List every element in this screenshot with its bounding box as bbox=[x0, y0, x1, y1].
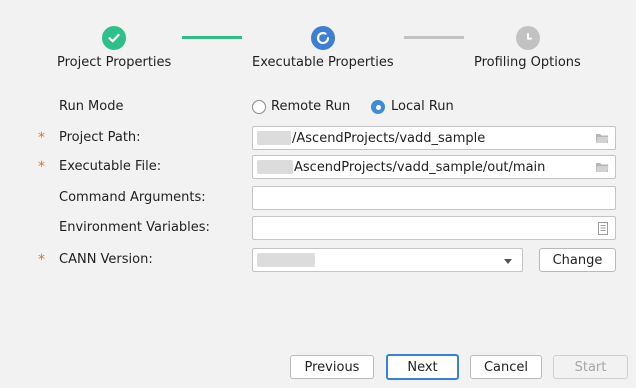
required-mark: * bbox=[38, 252, 45, 268]
step-pending-indicator bbox=[516, 26, 540, 50]
clock-icon bbox=[527, 33, 532, 40]
start-button[interactable]: Start bbox=[553, 355, 628, 379]
cann-version-select[interactable] bbox=[252, 248, 523, 272]
project-path-value: /AscendProjects/vadd_sample bbox=[292, 130, 486, 146]
step-label-profiling-options: Profiling Options bbox=[474, 55, 581, 70]
previous-button[interactable]: Previous bbox=[290, 355, 374, 379]
step-complete-indicator bbox=[102, 26, 126, 50]
step-connector-pending bbox=[404, 36, 464, 39]
step-active-indicator bbox=[311, 26, 335, 50]
run-mode-label: Run Mode bbox=[59, 99, 124, 114]
progress-icon bbox=[316, 32, 330, 45]
chevron-down-icon[interactable] bbox=[504, 259, 512, 264]
environment-variables-label: Environment Variables: bbox=[59, 220, 210, 235]
command-arguments-field[interactable] bbox=[252, 186, 616, 210]
redacted-version bbox=[257, 253, 315, 267]
remote-run-radio[interactable] bbox=[252, 100, 266, 114]
required-mark: * bbox=[38, 159, 45, 175]
local-run-label[interactable]: Local Run bbox=[391, 99, 454, 114]
document-icon[interactable] bbox=[597, 222, 609, 235]
project-path-field[interactable]: /AscendProjects/vadd_sample bbox=[252, 126, 616, 150]
change-button[interactable]: Change bbox=[539, 248, 616, 272]
project-path-label: Project Path: bbox=[59, 130, 141, 145]
redacted-path-prefix bbox=[257, 160, 293, 174]
executable-file-label: Executable File: bbox=[59, 159, 162, 174]
remote-run-label[interactable]: Remote Run bbox=[271, 99, 350, 114]
step-label-project-properties: Project Properties bbox=[57, 55, 172, 70]
environment-variables-field[interactable] bbox=[252, 216, 616, 240]
cancel-button[interactable]: Cancel bbox=[470, 355, 542, 379]
required-mark: * bbox=[38, 130, 45, 146]
local-run-radio[interactable] bbox=[371, 100, 385, 114]
executable-file-field[interactable]: AscendProjects/vadd_sample/out/main bbox=[252, 155, 616, 179]
redacted-path-prefix bbox=[257, 131, 291, 145]
check-icon bbox=[108, 33, 120, 43]
step-label-executable-properties: Executable Properties bbox=[252, 55, 394, 70]
executable-file-value: AscendProjects/vadd_sample/out/main bbox=[294, 159, 546, 175]
command-arguments-label: Command Arguments: bbox=[59, 190, 206, 205]
folder-icon[interactable] bbox=[595, 132, 609, 144]
next-button[interactable]: Next bbox=[386, 354, 459, 380]
cann-version-label: CANN Version: bbox=[59, 252, 153, 267]
folder-icon[interactable] bbox=[595, 161, 609, 173]
step-connector-complete bbox=[182, 36, 242, 39]
